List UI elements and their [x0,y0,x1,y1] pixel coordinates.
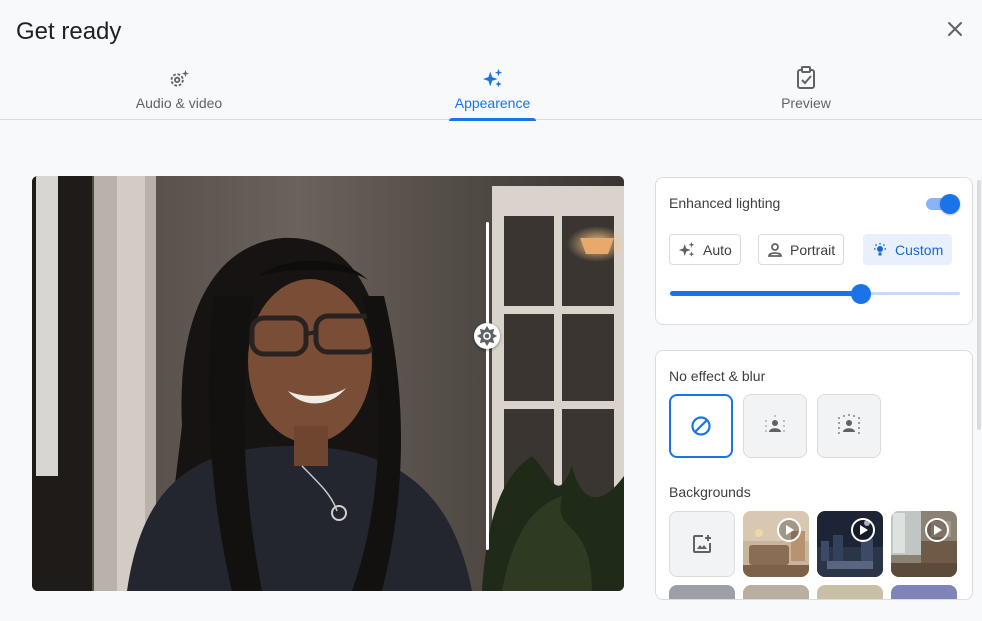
panel-scrollbar[interactable] [977,180,981,430]
slight-blur-option[interactable] [743,394,807,458]
blur-option[interactable] [817,394,881,458]
brightness-handle[interactable] [474,323,500,349]
enhanced-lighting-toggle[interactable] [926,194,960,214]
sparkle-icon [482,68,502,88]
auto-awesome-icon [678,241,695,257]
enhanced-lighting-label: Enhanced lighting [669,195,781,211]
chip-label: Portrait [790,241,836,258]
play-circle-icon [925,518,949,542]
background-cozy-room[interactable] [891,511,957,577]
background-thumbnail[interactable] [743,585,809,599]
tab-preview[interactable]: Preview [778,62,834,120]
add-photo-icon [693,535,711,553]
blur-person-icon [765,415,785,432]
add-background-button[interactable] [669,511,735,577]
brightness-icon [476,325,498,347]
effects-card: No effect & blur Backgrounds [655,350,973,600]
no-effect-blur-label: No effect & blur [669,368,766,384]
background-thumbnail[interactable] [669,585,735,599]
lighting-mode-portrait[interactable]: Portrait [758,234,845,265]
page-title: Get ready [16,18,122,45]
tab-audio-video[interactable]: Audio & video [130,62,228,120]
lighting-mode-custom[interactable]: Custom [863,234,953,265]
tab-label: Preview [781,95,831,111]
lighting-mode-auto[interactable]: Auto [669,234,741,265]
tab-appearance[interactable]: Appearence [449,62,536,121]
background-living-room[interactable] [743,511,809,577]
slider-handle[interactable] [851,284,872,304]
lighting-intensity-slider[interactable] [670,284,960,304]
block-icon [691,416,711,436]
background-night-city[interactable] [817,511,883,577]
camera-preview [32,176,624,591]
person-icon [768,242,782,257]
play-circle-icon [777,518,801,542]
brightness-slider[interactable] [486,222,489,550]
camera-feed-image [32,176,624,591]
lightbulb-icon [874,242,886,255]
enhanced-lighting-card: Enhanced lighting Auto Portrait Custom [655,177,973,325]
close-icon [948,22,962,36]
tab-label: Appearence [454,95,531,111]
close-button[interactable] [942,16,968,42]
tab-bar: Audio & video Appearence Preview [0,62,982,121]
blur-person-icon [838,414,860,434]
clipboard-check-icon [797,66,815,89]
no-effect-option[interactable] [669,394,733,458]
play-circle-icon [851,518,875,542]
backgrounds-label: Backgrounds [669,484,751,500]
tab-label: Audio & video [135,95,223,111]
chip-label: Custom [895,241,944,258]
settings-sparkle-icon [170,69,190,87]
background-thumbnail[interactable] [891,585,957,599]
chip-label: Auto [703,241,732,258]
background-thumbnail[interactable] [817,585,883,599]
